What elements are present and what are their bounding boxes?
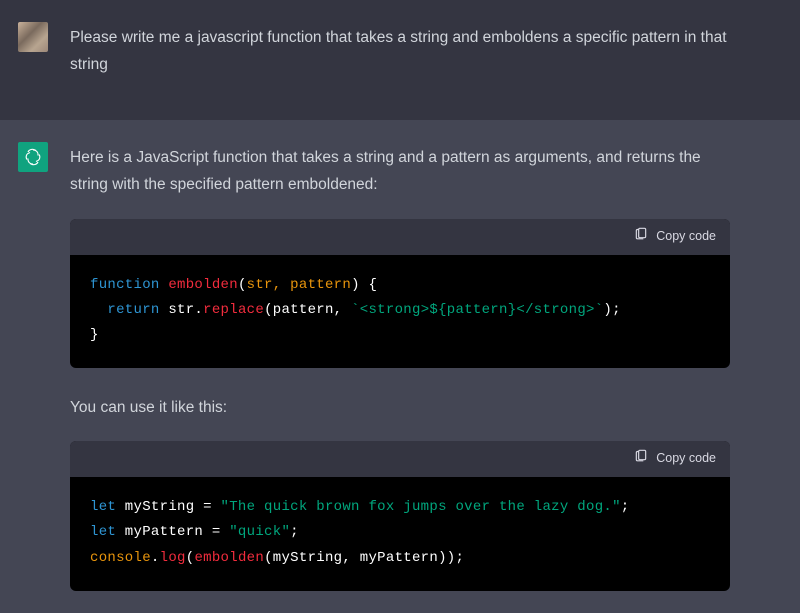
code-block-2: Copy code let myString = "The quick brow… (70, 441, 730, 591)
code-body-2: let myString = "The quick brown fox jump… (70, 477, 730, 591)
user-message: Please write me a javascript function th… (0, 0, 800, 120)
copy-code-button[interactable]: Copy code (656, 448, 716, 470)
assistant-intro: Here is a JavaScript function that takes… (70, 144, 730, 198)
assistant-message: Here is a JavaScript function that takes… (0, 120, 800, 613)
code-toolbar: Copy code (70, 441, 730, 477)
openai-icon (23, 147, 43, 167)
user-avatar (18, 22, 48, 52)
copy-code-button[interactable]: Copy code (656, 226, 716, 248)
clipboard-icon[interactable] (634, 225, 648, 249)
assistant-mid: You can use it like this: (70, 394, 730, 421)
user-paragraph: Please write me a javascript function th… (70, 24, 730, 78)
code-toolbar: Copy code (70, 219, 730, 255)
assistant-avatar (18, 142, 48, 172)
code-body-1: function embolden(str, pattern) { return… (70, 255, 730, 369)
assistant-content: Here is a JavaScript function that takes… (70, 142, 730, 591)
user-text: Please write me a javascript function th… (70, 22, 730, 98)
code-block-1: Copy code function embolden(str, pattern… (70, 219, 730, 369)
clipboard-icon[interactable] (634, 447, 648, 471)
